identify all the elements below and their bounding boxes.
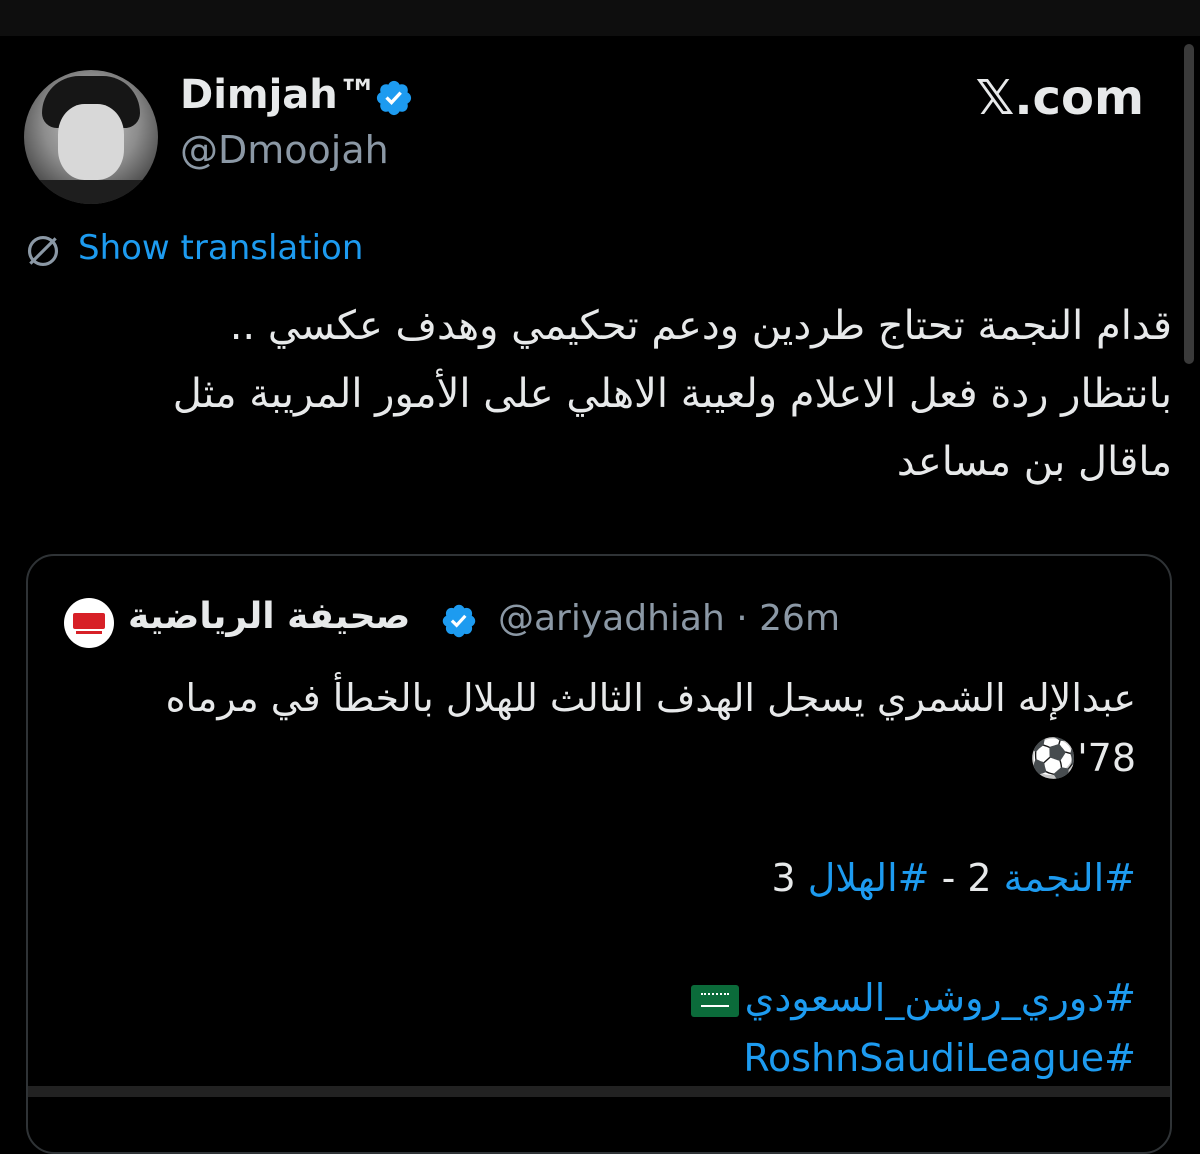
x-logo: 𝕏.com <box>975 70 1144 126</box>
post-text-line: ماقال بن مساعد <box>896 439 1172 485</box>
score-text: 2 - <box>929 856 1004 900</box>
hashtag-link[interactable]: #الهلال <box>808 856 930 900</box>
soccer-ball-icon: ⚽ <box>1029 736 1078 780</box>
post-timestamp[interactable]: 26m <box>759 598 840 639</box>
top-bar <box>0 0 1200 36</box>
quoted-text-line: عبدالإله الشمري يسجل الهدف الثالث للهلال… <box>165 676 1136 720</box>
meta-separator: · <box>736 598 748 639</box>
logo-underline <box>76 631 102 634</box>
league-line-en: #RoshnSaudiLeague <box>76 1028 1136 1088</box>
scrollbar[interactable] <box>1184 44 1194 364</box>
hashtag-link[interactable]: #النجمة <box>1004 856 1136 900</box>
author-handle[interactable]: @Dmoojah <box>180 128 389 172</box>
saudi-flag-icon <box>690 984 739 1017</box>
verified-badge-icon <box>376 80 412 116</box>
empty-line <box>76 908 1136 968</box>
post-text-line: قدام النجمة تحتاج طردين ودعم تحكيمي وهدف… <box>229 303 1172 349</box>
post-text-line: بانتظار ردة فعل الاعلام ولعيبة الاهلي عل… <box>172 371 1172 417</box>
league-line: #دوري_روشن_السعودي <box>76 968 1136 1028</box>
quoted-author-handle[interactable]: @ariyadhiah <box>498 598 725 639</box>
show-translation-link[interactable]: Show translation <box>78 228 363 268</box>
post-text: قدام النجمة تحتاج طردين ودعم تحكيمي وهدف… <box>32 292 1172 496</box>
quoted-author-name[interactable]: صحيفة الرياضية <box>128 596 410 637</box>
quoted-author-meta[interactable]: @ariyadhiah · 26m <box>498 598 840 639</box>
avatar-shirt <box>34 180 148 204</box>
verified-badge-icon <box>442 604 476 638</box>
score-text: 3 <box>771 856 808 900</box>
translate-icon <box>27 235 59 267</box>
empty-line <box>76 788 1136 848</box>
logo-mark <box>73 613 105 629</box>
quoted-text-line-minute: 78'⚽ <box>76 728 1136 788</box>
author-avatar[interactable] <box>24 70 158 204</box>
minute-label: 78' <box>1077 736 1136 780</box>
avatar-face <box>58 104 124 180</box>
score-line: #النجمة 2 - #الهلال 3 <box>76 848 1136 908</box>
media-preview-edge[interactable] <box>28 1086 1170 1097</box>
quoted-author-avatar[interactable] <box>64 598 114 648</box>
quoted-post-header: صحيفة الرياضية @ariyadhiah · 26m <box>64 596 1144 648</box>
quoted-post-text: عبدالإله الشمري يسجل الهدف الثالث للهلال… <box>76 668 1136 1088</box>
author-display-name[interactable]: Dimjah™ <box>180 72 378 118</box>
hashtag-link[interactable]: #دوري_روشن_السعودي <box>745 976 1136 1020</box>
hashtag-link[interactable]: #RoshnSaudiLeague <box>743 1036 1136 1080</box>
